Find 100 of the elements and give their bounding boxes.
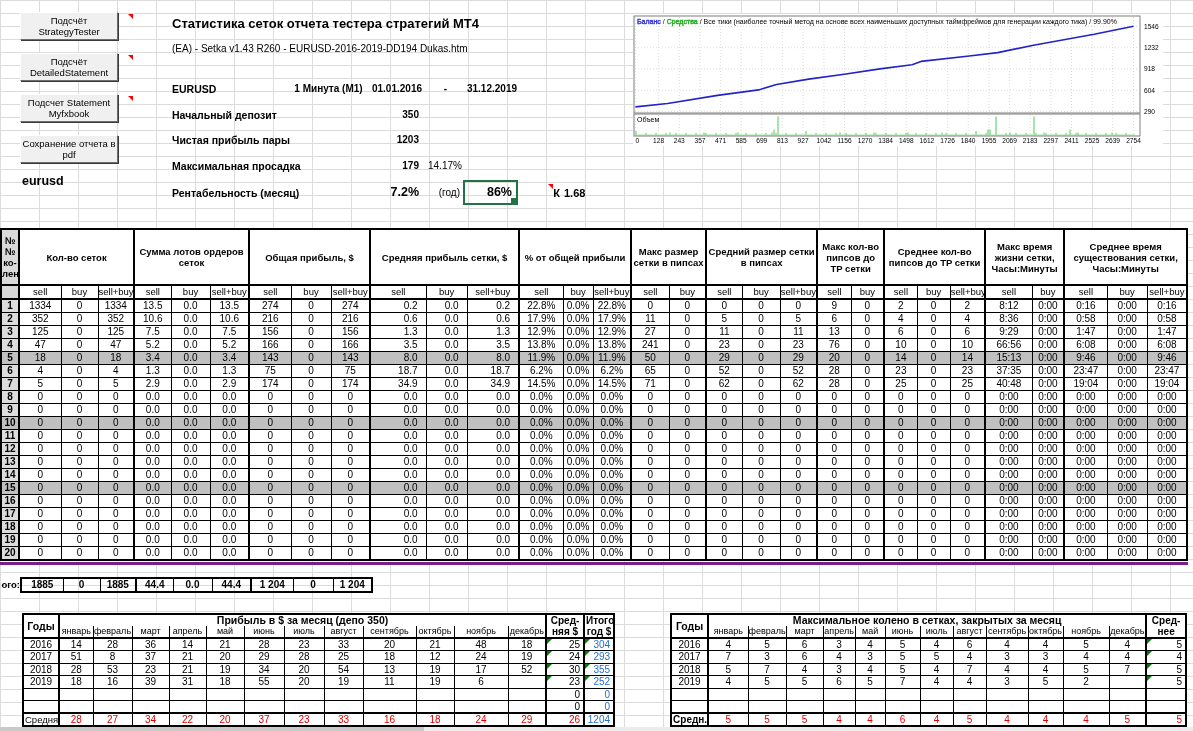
column-header: декабрь bbox=[508, 626, 547, 638]
table-cell: 8:36 bbox=[985, 312, 1033, 326]
column-header: декабрь bbox=[1109, 626, 1147, 638]
table-cell: 0 bbox=[817, 429, 852, 443]
table-cell: 156 bbox=[249, 325, 292, 339]
table-cell: 125 bbox=[19, 325, 61, 339]
table-cell: 0 bbox=[706, 533, 743, 547]
table-cell: 0 bbox=[331, 390, 371, 404]
table-cell: 0.0% bbox=[563, 455, 594, 469]
table-cell: 0:00 bbox=[1032, 312, 1065, 326]
table-cell: 28 bbox=[817, 364, 852, 378]
table-cell: 0 bbox=[669, 533, 707, 547]
table-cell: 6 bbox=[950, 325, 986, 339]
table-cell: 0 bbox=[851, 338, 885, 352]
table-cell: 0 bbox=[742, 442, 781, 456]
table-cell: 0.0% bbox=[593, 533, 632, 547]
table-cell: 6:08 bbox=[1147, 338, 1188, 352]
table-cell: 156 bbox=[331, 325, 371, 339]
table-cell: 14 bbox=[59, 638, 93, 651]
table-cell: 0 bbox=[249, 390, 292, 404]
table-cell: 3 bbox=[823, 663, 856, 676]
table-cell: 0:00 bbox=[1147, 429, 1188, 443]
table-cell: 4 bbox=[1176, 651, 1183, 663]
table-cell: 0.0 bbox=[210, 403, 250, 417]
table-cell: 166 bbox=[331, 338, 371, 352]
table-cell: 5 bbox=[885, 638, 921, 651]
table-cell: 0 bbox=[98, 533, 135, 547]
table-cell: 0 bbox=[19, 507, 61, 521]
macro-button[interactable]: Подсчет Statement Myfxbook bbox=[20, 94, 118, 122]
table-cell: 52 bbox=[780, 364, 818, 378]
column-header: buy bbox=[426, 285, 468, 299]
table-cell: 0 bbox=[742, 338, 781, 352]
table-cell: 0 bbox=[817, 455, 852, 469]
table-cell: 0 bbox=[917, 377, 951, 391]
table-cell: 0:00 bbox=[1107, 494, 1148, 508]
table-cell: 0:00 bbox=[1147, 468, 1188, 482]
cell-text: eurusd bbox=[21, 174, 64, 188]
table-cell: 0 bbox=[917, 494, 951, 508]
table-cell: 0.0 bbox=[134, 533, 172, 547]
table-cell: 0 bbox=[291, 338, 332, 352]
table-cell: 0 bbox=[950, 442, 986, 456]
table-cell: 0 bbox=[950, 455, 986, 469]
field-label: Максимальная просадка bbox=[171, 160, 301, 172]
table-cell: 9 bbox=[817, 299, 852, 313]
table-cell: 0 bbox=[249, 546, 292, 560]
column-header: май bbox=[855, 626, 886, 638]
table-cell: 37:35 bbox=[985, 364, 1033, 378]
table-cell: 352 bbox=[19, 312, 61, 326]
row-header: 2018 bbox=[671, 663, 709, 676]
table-cell: 4 bbox=[1063, 650, 1110, 663]
table-cell: 71 bbox=[631, 377, 670, 391]
table-cell: 0.0% bbox=[519, 429, 564, 443]
column-header: buy bbox=[1107, 285, 1148, 299]
table-cell: 0 bbox=[742, 507, 781, 521]
table-cell: 1204 bbox=[587, 714, 611, 725]
table-cell: 0 bbox=[669, 338, 707, 352]
column-header: июль bbox=[284, 626, 324, 638]
column-header: июль bbox=[920, 626, 954, 638]
table-cell: 25 bbox=[324, 650, 363, 663]
table-cell: 0 bbox=[249, 494, 292, 508]
table-cell: 11 bbox=[706, 325, 743, 339]
column-header: апрель bbox=[823, 626, 856, 638]
field-label: Чистая прибыль пары bbox=[171, 134, 290, 146]
table-cell: 0 bbox=[817, 494, 852, 508]
table-cell: 0:58 bbox=[1064, 312, 1108, 326]
table-cell: 8:12 bbox=[985, 299, 1033, 313]
table-cell: 0 bbox=[574, 701, 581, 712]
table-cell: 0.0% bbox=[519, 442, 564, 456]
table-cell: 0 bbox=[19, 546, 61, 560]
column-header: buy bbox=[563, 285, 594, 299]
table-cell: 0:00 bbox=[1032, 377, 1065, 391]
table-cell: 0 bbox=[249, 507, 292, 521]
table-cell: 0 bbox=[574, 688, 581, 700]
table-cell: 0:00 bbox=[1147, 390, 1188, 404]
table-cell: 0.0 bbox=[426, 429, 468, 443]
table-cell: 0:00 bbox=[1064, 455, 1108, 469]
horizontal-scrollbar[interactable] bbox=[0, 727, 1193, 731]
table-cell: 0.0% bbox=[563, 312, 594, 326]
table-cell: 19 bbox=[508, 650, 547, 663]
table-cell: 0 bbox=[291, 494, 332, 508]
table-cell: 0 bbox=[331, 403, 371, 417]
macro-button[interactable]: Подсчёт DetailedStatement bbox=[20, 53, 118, 81]
table-cell: 0 bbox=[742, 533, 781, 547]
table-cell: 0 bbox=[742, 325, 781, 339]
table-cell: 0 bbox=[917, 299, 951, 313]
macro-button[interactable]: Сохранение отчета в pdf bbox=[20, 135, 118, 163]
table-cell: 0.0 bbox=[210, 494, 250, 508]
table-cell: 47 bbox=[98, 338, 135, 352]
table-cell: 0.0 bbox=[210, 507, 250, 521]
table-cell: 0 bbox=[669, 377, 707, 391]
table-cell: 62 bbox=[780, 377, 818, 391]
table-cell: 0.0% bbox=[563, 325, 594, 339]
table-cell: 4 bbox=[920, 638, 954, 651]
row-header: 2019 bbox=[671, 675, 709, 688]
table-cell: 3 bbox=[823, 638, 856, 651]
table-cell: 6 bbox=[817, 312, 852, 326]
macro-button[interactable]: Подсчёт StrategyTester bbox=[20, 12, 118, 40]
table-cell: 0 bbox=[631, 507, 670, 521]
row-header: 2019 bbox=[23, 675, 59, 688]
table-cell: 0:00 bbox=[1032, 364, 1065, 378]
